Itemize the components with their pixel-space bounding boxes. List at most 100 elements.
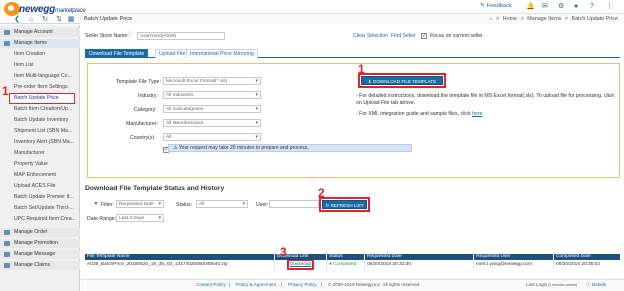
status-filter-label: Status: xyxy=(176,202,193,208)
user-icon[interactable]: ● xyxy=(574,3,578,11)
sidebar-item-label: Shipment List (SBN Ma... xyxy=(14,128,73,134)
breadcrumb-manage-items[interactable]: Manage Items xyxy=(527,16,561,22)
industry-select[interactable]: All Industries xyxy=(163,91,261,99)
sidebar-item-batch-update-price[interactable]: Batch Update Price xyxy=(9,93,75,104)
sidebar-item-manage-account[interactable]: Manage Account xyxy=(0,28,80,37)
sidebar-item-batch-premier[interactable]: Batch Update Premier It... xyxy=(0,193,80,202)
grid-icon[interactable]: ▦ xyxy=(66,16,76,24)
download-template-panel: Template File Type: Microsoft Excel Form… xyxy=(87,63,620,178)
sidebar-item-label: Manage Order xyxy=(14,229,48,235)
sidebar-item-batch-third-party[interactable]: Batch Set/Update Third-... xyxy=(0,204,80,213)
sidebar-item-label: Manage Message xyxy=(14,251,56,257)
template-type-label: Template File Type: xyxy=(116,79,161,85)
reorder-icon[interactable]: ⇅ xyxy=(54,16,64,24)
sidebar-item-inventory-alert[interactable]: Inventory Alert (SBN Ma... xyxy=(0,138,80,147)
date-range-select[interactable]: Last 3 Days xyxy=(116,214,164,222)
manufacturer-label: Manufacturer: xyxy=(126,121,159,127)
sidebar-item-map-enforcement[interactable]: MAP Enforcement xyxy=(0,171,80,180)
sidebar-item-label: UPC Required Item Crea... xyxy=(14,216,76,222)
mail-icon[interactable]: ✉ xyxy=(542,3,548,11)
help-icon[interactable]: ? xyxy=(590,3,594,11)
sidebar-item-property-value[interactable]: Property Value xyxy=(0,160,80,169)
refresh-list-label: REFRESH LIST xyxy=(330,203,364,208)
sidebar-item-manage-order[interactable]: Manage Order xyxy=(0,228,80,237)
gear-icon[interactable]: ⚙ xyxy=(558,3,564,11)
message-icon xyxy=(4,252,10,257)
home-icon[interactable]: ⌂ xyxy=(26,16,36,24)
history-table: File Template Name Download Link Status … xyxy=(85,254,620,278)
sidebar-item-pre-order[interactable]: Pre-order Item Settings xyxy=(0,83,80,92)
focus-seller-label: Focus on current seller xyxy=(430,33,483,39)
manufacturer-select[interactable]: All Manufacturers xyxy=(163,119,261,127)
annotation-number-3: 3 xyxy=(280,245,287,259)
annotation-number-2: 2 xyxy=(318,186,325,200)
menu-icon[interactable]: ⋮ xyxy=(606,3,613,11)
user-filter-input[interactable] xyxy=(269,200,319,208)
breadcrumb-home[interactable]: Home xyxy=(503,16,517,22)
category-label: Category: xyxy=(134,107,157,113)
sidebar-item-upc-required[interactable]: UPC Required Item Crea... xyxy=(0,215,80,224)
breadcrumb-sep-icon: > xyxy=(564,16,569,22)
status-filter-select[interactable]: All xyxy=(196,200,248,208)
filter-icon: ▼ xyxy=(93,201,99,208)
details-icon: ⓘ xyxy=(586,282,591,287)
sidebar-item-manage-items[interactable]: Manage Items xyxy=(0,39,80,48)
sidebar-item-manage-message[interactable]: Manage Message xyxy=(0,250,80,259)
footer-content-policy[interactable]: Content Policy xyxy=(196,282,226,287)
tab-upload-file[interactable]: Upload File xyxy=(155,49,190,58)
sidebar-item-batch-update-inventory[interactable]: Batch Update Inventory xyxy=(0,116,80,125)
sidebar-item-manufacturer[interactable]: Manufacturer xyxy=(0,149,80,158)
find-seller-link[interactable]: Find Seller xyxy=(391,33,416,39)
footer-policy-agreement[interactable]: Policy & Agreement xyxy=(236,282,276,287)
sidebar-item-label: Upload ACES File xyxy=(14,183,56,189)
sidebar-item-label: Batch Update Inventory xyxy=(14,117,69,123)
breadcrumb-home-icon[interactable]: ⌂ xyxy=(489,16,492,22)
notification-icon[interactable]: 🔔 xyxy=(526,3,535,11)
sidebar-item-manage-claims[interactable]: Manage Claims xyxy=(0,261,80,270)
tab-international-price[interactable]: International Price Mirroring xyxy=(186,49,258,58)
breadcrumb: ⌂ > Home > Manage Items > Batch Update P… xyxy=(487,16,618,22)
tab-download-template[interactable]: Download File Template xyxy=(85,49,149,58)
processing-warning: ⚠ Your request may take 20 minutes to pr… xyxy=(168,144,412,152)
breadcrumb-sep-icon: > xyxy=(496,16,500,22)
warning-icon: ⚠ xyxy=(173,145,178,151)
sidebar-item-label: Pre-order Item Settings xyxy=(14,84,68,90)
sidebar-item-label: Inventory Alert (SBN Ma... xyxy=(14,139,74,145)
sidebar-item-item-list[interactable]: Item List xyxy=(0,61,80,70)
download-template-button[interactable]: ⬇ DOWNLOAD FILE TEMPLATE xyxy=(358,73,446,88)
history-section-title: Download File Template Status and Histor… xyxy=(85,185,225,192)
sidebar-item-manage-promotion[interactable]: Manage Promotion xyxy=(0,239,80,248)
sidebar-item-upload-aces[interactable]: Upload ACES File xyxy=(0,182,80,191)
date-range-label: Date Range: xyxy=(87,216,117,222)
sidebar-item-label: Manage Claims xyxy=(14,262,51,268)
claims-icon xyxy=(4,263,10,268)
download-link[interactable]: Download xyxy=(286,260,315,270)
xml-guide-link[interactable]: here xyxy=(472,111,482,117)
filter-select[interactable]: Requested Date xyxy=(116,200,164,208)
clear-selection-link[interactable]: Clear Selection xyxy=(353,33,388,39)
sidebar-item-label: Manufacturer xyxy=(14,150,45,156)
cell-requested-user: mert.t.yang@newegg.com xyxy=(474,260,554,270)
newegg-logo[interactable]: neweggmarketplace xyxy=(4,2,86,17)
refresh-list-button[interactable]: ↻ REFRESH LIST xyxy=(319,197,370,212)
sidebar-item-label: Property Value xyxy=(14,161,48,167)
items-icon xyxy=(4,41,10,46)
back-arrow-icon[interactable]: ❮ xyxy=(12,16,22,24)
feedback-link[interactable]: ✎ Feedback xyxy=(480,3,512,9)
footer-privacy-policy[interactable]: Privacy Policy xyxy=(288,282,317,287)
country-select[interactable]: All xyxy=(163,133,261,141)
seller-store-input[interactable]: AsiaTrend(A039) xyxy=(137,32,225,40)
sidebar-item-multi-language[interactable]: Item Multi-language Co... xyxy=(0,72,80,81)
sidebar-item-item-creation[interactable]: Item Creation xyxy=(0,50,80,59)
info-icon: ⓘ xyxy=(127,32,133,39)
category-select[interactable]: All Subcategories xyxy=(163,105,261,113)
focus-seller-checkbox[interactable]: ✓ xyxy=(421,33,427,39)
xml-guide-text: - For XML integration guide and sample f… xyxy=(356,111,618,118)
refresh-icon[interactable]: ↻ xyxy=(40,16,50,24)
details-link[interactable]: ⓘ Details xyxy=(586,282,606,288)
template-type-select[interactable]: Microsoft Excel Format(*.xls) xyxy=(163,77,261,85)
account-icon xyxy=(4,30,10,35)
sidebar-item-shipment-list[interactable]: Shipment List (SBN Ma... xyxy=(0,127,80,136)
page-title-bar: Batch Update Price ⌂ > Home > Manage Ite… xyxy=(80,13,624,24)
sidebar-item-batch-item-creation[interactable]: Batch Item Creation/Up... xyxy=(0,105,80,114)
